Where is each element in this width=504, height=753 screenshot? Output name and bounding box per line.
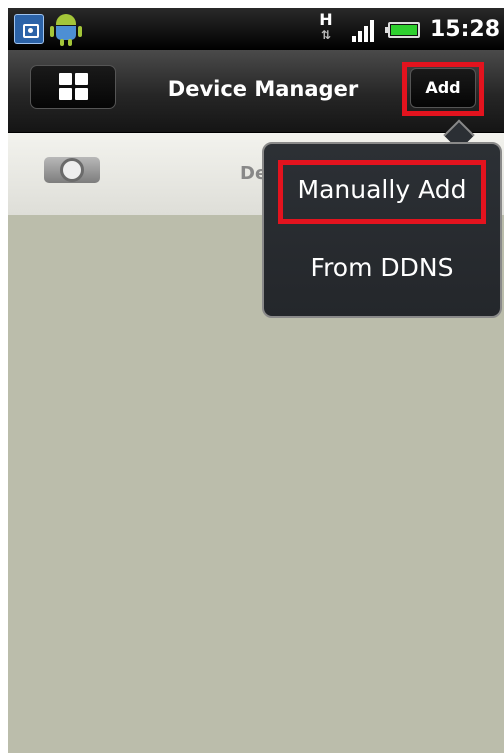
- app-screen: H ⇅ 15:28 Device Manager Add De Manually…: [8, 8, 504, 753]
- grid-icon: [59, 73, 89, 101]
- add-popup-menu: Manually Add From DDNS: [262, 142, 502, 318]
- menu-item-from-ddns[interactable]: From DDNS: [264, 238, 500, 298]
- status-time: 15:28: [429, 17, 500, 42]
- network-activity-icon: ⇅: [320, 28, 332, 42]
- battery-icon: [385, 22, 420, 38]
- camera-icon[interactable]: [44, 153, 100, 187]
- title-bar: Device Manager Add: [8, 50, 504, 133]
- menu-item-manually-add[interactable]: Manually Add: [264, 160, 500, 220]
- menu-grid-button[interactable]: [30, 65, 116, 109]
- network-type-indicator: H ⇅: [316, 12, 336, 46]
- add-button[interactable]: Add: [410, 68, 476, 108]
- signal-icon: [352, 20, 378, 42]
- camera-notification-icon: [14, 14, 44, 44]
- status-bar: H ⇅ 15:28: [8, 8, 504, 50]
- page-title: Device Manager: [167, 77, 359, 101]
- android-icon: [50, 12, 82, 46]
- network-type: H: [319, 10, 333, 29]
